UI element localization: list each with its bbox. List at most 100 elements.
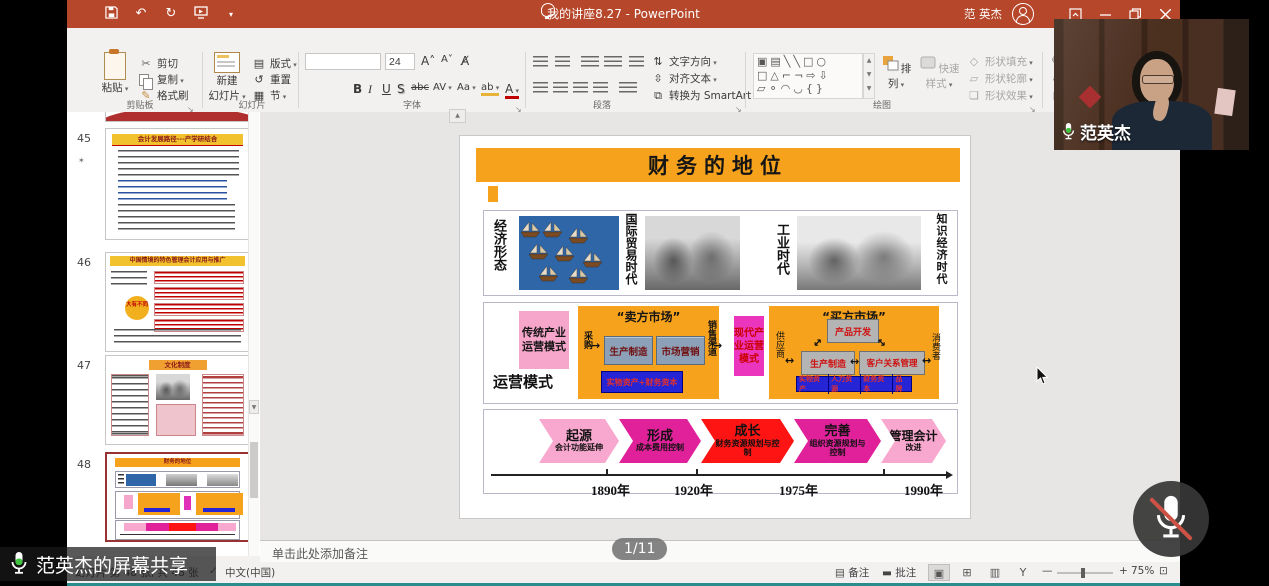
- zoom-out-icon[interactable]: —: [1042, 565, 1053, 577]
- font-size-combo[interactable]: [385, 53, 415, 70]
- align-right-icon[interactable]: [573, 82, 588, 93]
- shape-outline-button[interactable]: ▱形状轮廓: [967, 71, 1033, 86]
- justify-icon[interactable]: [593, 82, 608, 93]
- stage-growth[interactable]: 成长 财务资源规划与控制: [701, 419, 794, 463]
- grow-font-icon[interactable]: A˄: [421, 54, 435, 68]
- modern-mode-box[interactable]: 现代产业运营模式: [734, 316, 764, 376]
- production-box-2[interactable]: 生产制造: [801, 351, 855, 375]
- slide-title-banner[interactable]: 财务的地位: [476, 148, 960, 182]
- quick-access-toolbar: [103, 5, 239, 23]
- decrease-indent-icon[interactable]: [581, 56, 599, 67]
- thumbnail-scrollbar[interactable]: ▼: [248, 112, 259, 556]
- thumbnail-slide-46[interactable]: 中国情境的特色管理会计应用与推广 大有不同: [105, 252, 250, 352]
- quick-styles-button[interactable]: 快速样式: [917, 54, 961, 91]
- qat-customize-icon[interactable]: [223, 6, 239, 22]
- align-center-icon[interactable]: [553, 82, 568, 93]
- orange-bullet[interactable]: [488, 186, 498, 202]
- shape-fill-button[interactable]: ◇形状填充: [967, 54, 1033, 69]
- notes-toggle[interactable]: ▤ 备注: [835, 565, 869, 580]
- scroll-up-icon[interactable]: ▲: [449, 109, 466, 123]
- hanging-card: [1214, 88, 1235, 116]
- crm-box[interactable]: 客户关系管理: [859, 351, 925, 375]
- redo-icon[interactable]: [163, 6, 179, 22]
- seller-assets-bar[interactable]: 实物资产+财务资本: [601, 371, 683, 393]
- arrange-button[interactable]: 排列: [879, 54, 913, 91]
- increase-indent-icon[interactable]: [604, 56, 622, 67]
- avatar[interactable]: [1012, 3, 1034, 25]
- consumer-label: 消费者: [929, 333, 942, 371]
- zoom-slider-thumb[interactable]: [1081, 568, 1085, 578]
- layout-button[interactable]: ▤版式: [252, 56, 297, 71]
- thumbnail-slide-45[interactable]: 会计发展路径---产学研结合: [105, 128, 250, 240]
- character-spacing-button[interactable]: AV: [433, 82, 452, 93]
- zoom-level[interactable]: 75%: [1131, 565, 1154, 577]
- reset-button[interactable]: ↺重置: [252, 72, 291, 87]
- buyer-market-panel[interactable]: “买方市场” 供应商 ↔ 生产制造 产品开发 客户关系管理 ↔ ↔ ↔ ↔ 消费…: [769, 306, 939, 399]
- notes-pane[interactable]: 单击此处添加备注: [260, 540, 1180, 564]
- double-arrow-icon: ↔: [785, 354, 794, 367]
- line-spacing-icon[interactable]: [629, 56, 644, 67]
- copy-button[interactable]: 复制: [139, 72, 184, 87]
- start-slideshow-icon[interactable]: [193, 6, 209, 22]
- shapes-gallery[interactable]: ▣▤╲╲□○ □△⌐¬⇨⇩ ▱⚬◠◡{}: [753, 53, 863, 99]
- slideshow-view-icon[interactable]: 𝖸: [1012, 564, 1034, 581]
- shapes-scroll[interactable]: ▲▼▼: [863, 53, 875, 99]
- align-text-button[interactable]: ⇳对齐文本: [651, 71, 717, 86]
- zoom-in-icon[interactable]: +: [1119, 565, 1128, 577]
- cut-button[interactable]: 剪切: [139, 56, 178, 71]
- zoom-slider[interactable]: [1057, 572, 1113, 574]
- strikethrough-button[interactable]: abc: [411, 82, 429, 93]
- timeline-row[interactable]: 起源 会计功能延伸 形成 成本费用控制 成长 财务资源规划与控制 完善 组织资源…: [483, 409, 958, 494]
- shape-effects-button[interactable]: ❏形状效果: [967, 88, 1033, 103]
- stage-refinement[interactable]: 完善 组织资源规划与控制: [794, 419, 881, 463]
- numbering-icon[interactable]: [555, 56, 570, 67]
- slide[interactable]: 财务的地位 经济形态 国际贸易时代 工业时代 知识经济时代: [460, 136, 970, 518]
- text-direction-button[interactable]: ⇅文字方向: [651, 54, 717, 69]
- thumbnail-title: 文化制度: [149, 360, 207, 370]
- traditional-mode-box[interactable]: 传统产业运营模式: [519, 311, 569, 369]
- notes-placeholder[interactable]: 单击此处添加备注: [272, 545, 368, 562]
- product-dev-box[interactable]: 产品开发: [827, 319, 879, 343]
- undo-icon[interactable]: [133, 6, 149, 22]
- account-name[interactable]: 范 英杰: [964, 6, 1002, 22]
- highlight-color-button[interactable]: ab: [481, 82, 499, 96]
- year-label: 1890年: [591, 480, 630, 499]
- columns-icon[interactable]: [619, 82, 637, 93]
- mute-microphone-button[interactable]: [1133, 481, 1209, 557]
- slide-sorter-view-icon[interactable]: ⊞: [956, 564, 978, 581]
- buyer-assets-bar[interactable]: 实物资产 人力资源 财务资本 品牌: [796, 376, 912, 392]
- seller-market-panel[interactable]: “卖方市场” 采购 → 生产制造 市场营销 销售渠道 → 实物资产+财务资本: [578, 306, 719, 399]
- stage-formation[interactable]: 形成 成本费用控制: [619, 419, 701, 463]
- stage-management-accounting[interactable]: 管理会计 改进: [881, 419, 946, 463]
- save-icon[interactable]: [103, 6, 119, 22]
- align-left-icon[interactable]: [533, 82, 548, 93]
- scroll-down-icon[interactable]: ▼: [249, 400, 259, 414]
- underline-button[interactable]: U: [382, 82, 391, 96]
- clear-formatting-icon[interactable]: A̸: [461, 54, 469, 68]
- operation-row[interactable]: 传统产业运营模式 运营模式 “卖方市场” 采购 → 生产制造 市场营销 销售渠道…: [483, 302, 958, 404]
- shrink-font-icon[interactable]: A˅: [441, 54, 453, 65]
- font-name-combo[interactable]: [305, 53, 381, 70]
- production-box[interactable]: 生产制造: [604, 336, 653, 365]
- economy-row[interactable]: 经济形态 国际贸易时代 工业时代 知识经济时代: [483, 210, 958, 296]
- text-shadow-button[interactable]: S: [397, 82, 405, 96]
- thumbnail-slide-47[interactable]: 文化制度: [105, 355, 250, 445]
- normal-view-icon[interactable]: ▣: [928, 564, 950, 581]
- new-slide-button[interactable]: 新建幻灯片: [207, 52, 247, 103]
- italic-button[interactable]: I: [368, 82, 372, 97]
- change-case-button[interactable]: Aa: [457, 82, 476, 93]
- language-indicator[interactable]: 中文(中国): [225, 565, 275, 580]
- stage-origin[interactable]: 起源 会计功能延伸: [539, 419, 619, 463]
- fit-to-window-icon[interactable]: ⊡: [1159, 565, 1168, 577]
- bullets-icon[interactable]: [533, 56, 548, 67]
- marketing-box[interactable]: 市场营销: [656, 336, 705, 365]
- thumbnail-slide-48-selected[interactable]: 财务的地位: [105, 452, 250, 542]
- slide-thumbnail-panel: 45 会计发展路径---产学研结合 46 中国情境的特色管理会计应用与推广 大有…: [67, 112, 261, 556]
- comments-toggle[interactable]: ▬ 批注: [882, 565, 916, 580]
- webcam-video[interactable]: 范英杰: [1054, 19, 1249, 150]
- reading-view-icon[interactable]: ▥: [984, 564, 1006, 581]
- paste-button[interactable]: 粘贴: [97, 52, 133, 95]
- bold-button[interactable]: B: [353, 82, 362, 96]
- thumbnail-slide-44-partial[interactable]: [105, 112, 250, 122]
- thumbnail-number: 47: [77, 359, 91, 372]
